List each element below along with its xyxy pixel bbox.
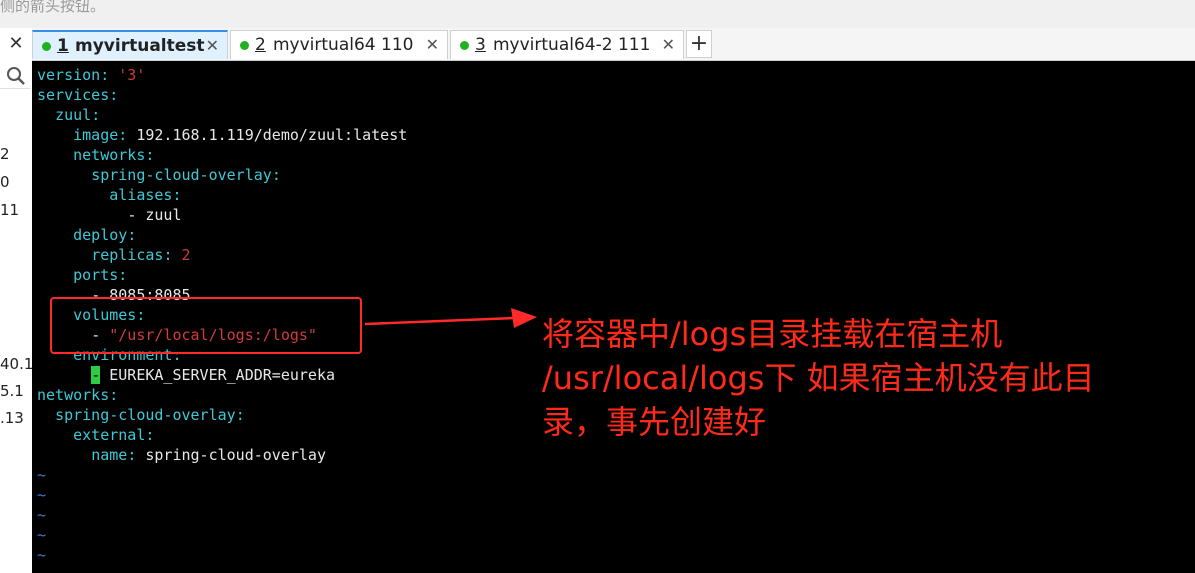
code-line: ports: xyxy=(73,266,128,284)
code-line: aliases: xyxy=(109,186,182,204)
side-fragment: 5.1 xyxy=(0,382,24,400)
close-panel-button[interactable]: ✕ xyxy=(0,30,32,58)
session-tab-bar: 1 myvirtualtest ✕ 2 myvirtual64 110 ✕ 3 … xyxy=(32,28,1195,61)
yaml-key: spring-cloud-overlay xyxy=(91,166,272,184)
search-button[interactable] xyxy=(0,62,30,89)
yaml-key: spring-cloud-overlay xyxy=(55,406,236,424)
close-tab-icon[interactable]: ✕ xyxy=(206,32,219,60)
left-session-panel xyxy=(0,28,33,573)
close-tab-icon[interactable]: ✕ xyxy=(662,31,675,59)
code-line: - zuul xyxy=(127,206,182,224)
code-line: name: spring-cloud-overlay xyxy=(91,446,326,464)
code-line: external: xyxy=(73,426,155,444)
code-line: replicas: 2 xyxy=(91,246,191,264)
code-line: - EUREKA_SERVER_ADDR=eureka xyxy=(91,366,336,384)
empty-line-marker: ~ xyxy=(37,526,47,544)
annotation-line: /usr/local/logs下 如果宿主机没有此目 xyxy=(542,359,1095,397)
empty-line-marker: ~ xyxy=(37,506,47,524)
connected-status-icon xyxy=(460,41,469,50)
side-fragment: 11 xyxy=(0,201,20,219)
yaml-value: 192.168.1.119/demo/zuul:latest xyxy=(136,126,408,144)
code-line: services: xyxy=(37,86,119,104)
yaml-value: '3' xyxy=(118,66,146,84)
yaml-key: version xyxy=(37,66,101,84)
empty-line-marker: ~ xyxy=(37,486,47,504)
yaml-key: name xyxy=(91,446,128,464)
code-line: networks: xyxy=(73,146,155,164)
annotation-note: 将容器中/logs目录挂载在宿主机 /usr/local/logs下 如果宿主机… xyxy=(542,312,1182,444)
tab-myvirtual64-110[interactable]: 2 myvirtual64 110 ✕ xyxy=(230,30,448,59)
yaml-value: spring-cloud-overlay xyxy=(145,446,326,464)
close-tab-icon[interactable]: ✕ xyxy=(426,31,439,59)
tab-number: 2 xyxy=(255,35,266,55)
yaml-key: aliases xyxy=(109,186,173,204)
code-line: zuul: xyxy=(55,106,101,124)
top-hint-text: 侧的箭头按钮。 xyxy=(0,0,1195,28)
annotation-line: 录，事先创建好 xyxy=(542,403,767,441)
tab-label: myvirtualtest xyxy=(75,36,205,56)
yaml-key: services xyxy=(37,86,110,104)
yaml-key: zuul xyxy=(55,106,92,124)
yaml-key: networks xyxy=(37,386,110,404)
tab-label: myvirtual64 110 xyxy=(273,35,414,55)
yaml-key: deploy xyxy=(73,226,128,244)
yaml-value: EUREKA_SERVER_ADDR=eureka xyxy=(100,366,336,384)
volumes-highlight-box xyxy=(50,297,362,354)
tab-number: 1 xyxy=(57,36,69,56)
code-line: networks: xyxy=(37,386,119,404)
side-fragment: 2 xyxy=(0,145,10,163)
yaml-key: networks xyxy=(73,146,146,164)
tab-myvirtual64-2-111[interactable]: 3 myvirtual64-2 111 ✕ xyxy=(450,30,684,59)
yaml-key: external xyxy=(73,426,146,444)
code-line: deploy: xyxy=(73,226,137,244)
code-line: spring-cloud-overlay: xyxy=(91,166,281,184)
yaml-value: 2 xyxy=(181,246,191,264)
side-fragment: 40.1 xyxy=(0,355,32,373)
annotation-line: 将容器中/logs目录挂载在宿主机 xyxy=(542,315,1003,353)
tab-label: myvirtual64-2 111 xyxy=(493,35,651,55)
side-fragment: .13 xyxy=(0,409,24,427)
code-line: version: '3' xyxy=(37,66,146,84)
side-fragment: 0 xyxy=(0,173,10,191)
yaml-value: zuul xyxy=(145,206,182,224)
yaml-key: ports xyxy=(73,266,119,284)
arrow-icon xyxy=(365,308,537,328)
yaml-key: image xyxy=(73,126,119,144)
empty-line-marker: ~ xyxy=(37,466,47,484)
search-icon xyxy=(7,67,25,85)
code-line: spring-cloud-overlay: xyxy=(55,406,245,424)
connected-status-icon xyxy=(42,42,51,51)
empty-line-marker: ~ xyxy=(37,546,47,564)
add-tab-button[interactable]: + xyxy=(686,30,712,58)
yaml-key: replicas xyxy=(91,246,164,264)
tab-number: 3 xyxy=(475,35,486,55)
code-line: image: 192.168.1.119/demo/zuul:latest xyxy=(73,126,408,144)
connected-status-icon xyxy=(240,41,249,50)
tab-myvirtualtest[interactable]: 1 myvirtualtest ✕ xyxy=(32,30,228,59)
